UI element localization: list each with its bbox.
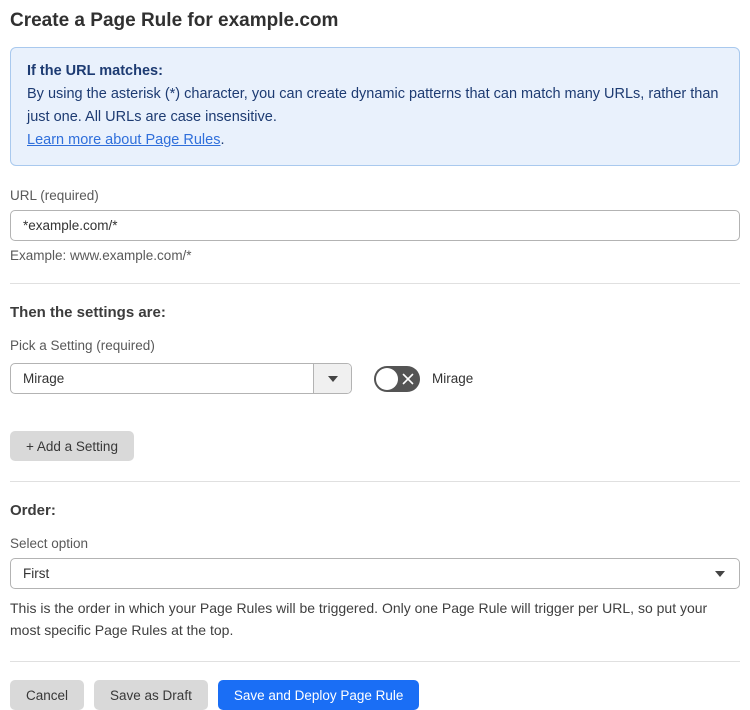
- learn-more-link[interactable]: Learn more about Page Rules: [27, 132, 220, 148]
- page-title: Create a Page Rule for example.com: [10, 10, 339, 31]
- divider: [10, 661, 740, 662]
- settings-section-heading: Then the settings are:: [10, 304, 166, 321]
- save-deploy-button[interactable]: Save and Deploy Page Rule: [217, 680, 420, 710]
- toggle-setting-label: Mirage: [432, 371, 474, 386]
- x-icon: [402, 373, 414, 384]
- toggle-knob: [376, 367, 398, 390]
- order-dropdown-value: First: [23, 566, 50, 581]
- url-match-info-box: If the URL matches: By using the asteris…: [10, 47, 740, 166]
- order-dropdown[interactable]: First: [10, 558, 740, 589]
- save-draft-button[interactable]: Save as Draft: [94, 680, 208, 710]
- info-box-heading: If the URL matches:: [27, 63, 163, 79]
- chevron-down-icon: [327, 375, 338, 382]
- chevron-down-icon: [715, 570, 725, 577]
- info-box-link-line: Learn more about Page Rules.: [27, 129, 723, 152]
- url-input[interactable]: [10, 210, 740, 241]
- link-period: .: [220, 132, 225, 148]
- order-help-text: This is the order in which your Page Rul…: [10, 600, 708, 638]
- add-setting-button[interactable]: + Add a Setting: [10, 431, 134, 461]
- divider: [10, 481, 740, 482]
- order-section-heading: Order:: [10, 502, 56, 519]
- url-example-text: Example: www.example.com/*: [10, 248, 192, 263]
- url-field-label: URL (required): [10, 188, 99, 203]
- order-dropdown-arrow: [701, 559, 739, 588]
- info-box-body: By using the asterisk (*) character, you…: [27, 86, 719, 125]
- pick-setting-label: Pick a Setting (required): [10, 338, 155, 353]
- setting-row: Mirage Mirage: [10, 363, 740, 394]
- setting-dropdown[interactable]: Mirage: [10, 363, 352, 394]
- footer-button-row: Cancel Save as Draft Save and Deploy Pag…: [10, 680, 740, 710]
- setting-dropdown-value: Mirage: [23, 371, 65, 386]
- setting-dropdown-arrow-segment[interactable]: [313, 364, 351, 393]
- mirage-toggle[interactable]: [374, 365, 420, 392]
- cancel-button[interactable]: Cancel: [10, 680, 85, 710]
- select-option-label: Select option: [10, 536, 89, 551]
- divider: [10, 283, 740, 284]
